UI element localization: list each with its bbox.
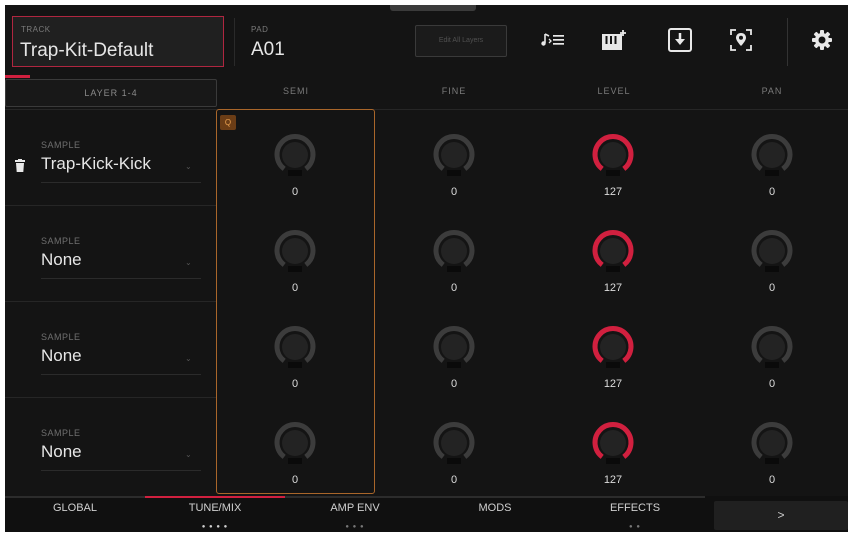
bottom-tab-bar: GLOBAL TUNE/MIX ● ● ● ● AMP ENV ● ● ● MO… xyxy=(5,496,848,532)
fine-knob[interactable] xyxy=(430,131,478,179)
level-knob[interactable] xyxy=(589,227,637,275)
tab-label: TUNE/MIX xyxy=(188,502,242,514)
tab-label: MODS xyxy=(478,502,512,514)
sample-underline xyxy=(41,278,201,279)
tab-mods[interactable]: MODS xyxy=(425,496,565,532)
semi-knob[interactable] xyxy=(271,131,319,179)
next-page-button[interactable]: > xyxy=(714,501,848,530)
page-dots: ● ● ● ● xyxy=(201,524,229,530)
sample-underline xyxy=(41,470,201,471)
fine-knob[interactable] xyxy=(430,419,478,467)
chevron-down-icon[interactable]: ⌄ xyxy=(185,354,192,363)
fine-knob[interactable] xyxy=(430,227,478,275)
sample-name[interactable]: Trap-Kick-Kick xyxy=(41,154,151,174)
tab-indicator xyxy=(5,496,145,498)
pan-value: 0 xyxy=(768,186,776,198)
fine-value: 0 xyxy=(450,378,458,390)
col-head-fine: FINE xyxy=(441,86,467,96)
semi-knob[interactable] xyxy=(271,323,319,371)
semi-value: 0 xyxy=(291,474,299,486)
col-head-semi: SEMI xyxy=(282,86,309,96)
header-divider xyxy=(787,18,788,66)
tab-amp-env[interactable]: AMP ENV ● ● ● xyxy=(285,496,425,532)
pad-label: PAD xyxy=(251,25,269,34)
level-value: 127 xyxy=(603,186,623,198)
note-list-icon[interactable] xyxy=(538,25,568,55)
page-dots: ● ● xyxy=(629,524,641,530)
tab-label: AMP ENV xyxy=(330,502,380,514)
quantize-badge[interactable]: Q xyxy=(220,115,236,130)
sample-underline xyxy=(41,182,201,183)
chevron-down-icon[interactable]: ⌄ xyxy=(185,162,192,171)
track-label: TRACK xyxy=(21,25,51,34)
tab-indicator xyxy=(285,496,425,498)
sample-label: SAMPLE xyxy=(41,140,81,150)
level-value: 127 xyxy=(603,378,623,390)
mpc-screen: TRACK Trap-Kit-Default PAD A01 Edit All … xyxy=(5,5,848,532)
sample-name[interactable]: None xyxy=(41,346,82,366)
keyboard-plus-icon[interactable] xyxy=(599,25,629,55)
tab-tune-mix[interactable]: TUNE/MIX ● ● ● ● xyxy=(145,496,285,532)
pan-value: 0 xyxy=(768,378,776,390)
semi-value: 0 xyxy=(291,378,299,390)
layer-row-4: SAMPLE None ⌄ 0 0 127 0 xyxy=(5,398,848,494)
semi-knob[interactable] xyxy=(271,227,319,275)
col-head-pan: PAN xyxy=(761,86,783,96)
pad-name[interactable]: A01 xyxy=(251,39,285,61)
semi-value: 0 xyxy=(291,186,299,198)
header-divider xyxy=(234,18,235,66)
sample-label: SAMPLE xyxy=(41,332,81,342)
tab-global[interactable]: GLOBAL xyxy=(5,496,145,532)
chevron-down-icon[interactable]: ⌄ xyxy=(185,258,192,267)
sample-name[interactable]: None xyxy=(41,250,82,270)
pan-value: 0 xyxy=(768,282,776,294)
level-knob[interactable] xyxy=(589,419,637,467)
top-handle[interactable] xyxy=(390,5,476,11)
tab-label: EFFECTS xyxy=(609,502,661,514)
sample-label: SAMPLE xyxy=(41,236,81,246)
track-selector[interactable]: TRACK Trap-Kit-Default xyxy=(12,16,224,67)
tab-effects[interactable]: EFFECTS ● ● xyxy=(565,496,705,532)
location-pin-icon[interactable] xyxy=(726,25,756,55)
level-knob[interactable] xyxy=(589,131,637,179)
fine-value: 0 xyxy=(450,474,458,486)
fine-knob[interactable] xyxy=(430,323,478,371)
level-value: 127 xyxy=(603,474,623,486)
sample-label: SAMPLE xyxy=(41,428,81,438)
layer-tab[interactable]: LAYER 1-4 xyxy=(5,79,217,107)
layer-row-1: SAMPLE Trap-Kick-Kick ⌄ 0 0 127 0 xyxy=(5,110,848,206)
fine-value: 0 xyxy=(450,282,458,294)
sample-name[interactable]: None xyxy=(41,442,82,462)
tab-label: GLOBAL xyxy=(52,502,98,514)
pan-knob[interactable] xyxy=(748,227,796,275)
edit-all-layers-button[interactable]: Edit All Layers xyxy=(415,25,507,57)
tab-indicator-active xyxy=(145,496,285,498)
gear-icon[interactable] xyxy=(807,25,837,55)
semi-knob[interactable] xyxy=(271,419,319,467)
pan-knob[interactable] xyxy=(748,323,796,371)
pan-knob[interactable] xyxy=(748,131,796,179)
pan-knob[interactable] xyxy=(748,419,796,467)
fine-value: 0 xyxy=(450,186,458,198)
layer-row-3: SAMPLE None ⌄ 0 0 127 0 xyxy=(5,302,848,398)
page-dots: ● ● ● xyxy=(345,524,365,530)
chevron-down-icon[interactable]: ⌄ xyxy=(185,450,192,459)
download-icon[interactable] xyxy=(665,25,695,55)
level-value: 127 xyxy=(603,282,623,294)
track-name: Trap-Kit-Default xyxy=(20,40,154,61)
col-head-level: LEVEL xyxy=(597,86,631,96)
layer-row-2: SAMPLE None ⌄ 0 0 127 0 xyxy=(5,206,848,302)
sample-underline xyxy=(41,374,201,375)
level-knob[interactable] xyxy=(589,323,637,371)
pan-value: 0 xyxy=(768,474,776,486)
tab-indicator xyxy=(425,496,565,498)
track-indicator xyxy=(5,75,30,78)
tab-indicator xyxy=(565,496,705,498)
semi-value: 0 xyxy=(291,282,299,294)
